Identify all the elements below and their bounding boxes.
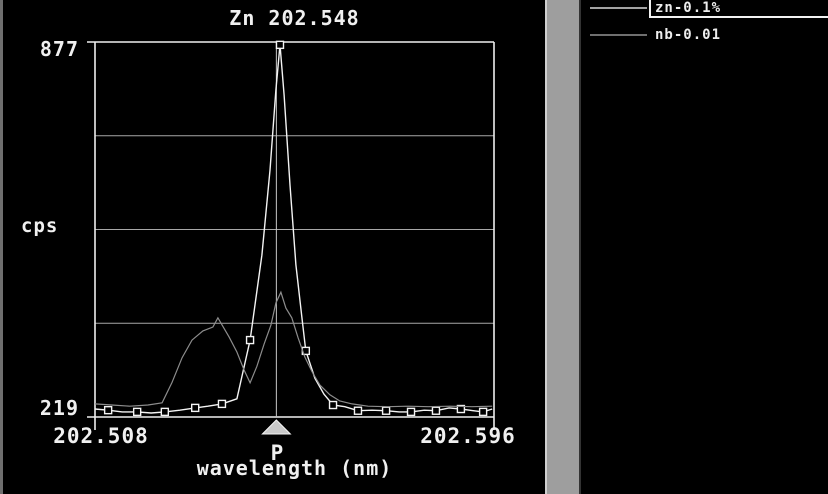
data-point-marker bbox=[191, 403, 200, 413]
y-axis-min-label: 219 bbox=[39, 396, 79, 420]
y-axis-max-label: 877 bbox=[39, 37, 79, 61]
trace-nb-0.01[interactable] bbox=[94, 290, 493, 408]
data-point-marker bbox=[431, 406, 441, 415]
instrument-window: Zn 202.548 877 cps 219 202.508 202.596 P… bbox=[0, 0, 828, 494]
peak-triangle-marker[interactable] bbox=[261, 419, 292, 435]
trace-zn-0.1%[interactable] bbox=[94, 44, 493, 414]
y-axis-label: cps bbox=[21, 215, 59, 237]
spectrum-chart-panel: Zn 202.548 877 cps 219 202.508 202.596 P… bbox=[3, 0, 545, 494]
legend-line-sample-nb bbox=[590, 33, 647, 36]
legend-panel: zn-0.1% nb-0.01 bbox=[583, 0, 828, 494]
x-axis-min-label: 202.508 bbox=[53, 424, 149, 448]
data-point-marker bbox=[103, 405, 113, 415]
data-point-marker bbox=[160, 407, 170, 417]
splitter-body bbox=[547, 0, 579, 494]
data-point-marker bbox=[132, 407, 142, 417]
data-point-marker bbox=[353, 406, 363, 415]
legend-item-nb[interactable]: nb-0.01 bbox=[583, 25, 828, 44]
x-axis-title: wavelength (nm) bbox=[196, 456, 393, 480]
data-point-marker bbox=[381, 406, 391, 415]
chart-title: Zn 202.548 bbox=[229, 6, 360, 30]
splitter-shadow bbox=[579, 0, 581, 494]
spectrum-plot[interactable] bbox=[3, 0, 545, 494]
pane-splitter[interactable] bbox=[545, 0, 583, 494]
legend-item-label: zn-0.1% bbox=[655, 0, 722, 16]
data-point-marker bbox=[245, 335, 255, 345]
legend-line-sample-zn bbox=[590, 6, 647, 9]
data-point-marker bbox=[406, 407, 416, 417]
legend-item-zn[interactable]: zn-0.1% bbox=[583, 0, 828, 18]
x-axis-max-label: 202.596 bbox=[420, 424, 516, 448]
data-point-marker bbox=[478, 407, 488, 417]
data-point-marker bbox=[328, 400, 338, 410]
data-point-marker bbox=[275, 40, 285, 50]
legend-item-label: nb-0.01 bbox=[655, 26, 722, 43]
data-point-marker bbox=[217, 399, 227, 409]
